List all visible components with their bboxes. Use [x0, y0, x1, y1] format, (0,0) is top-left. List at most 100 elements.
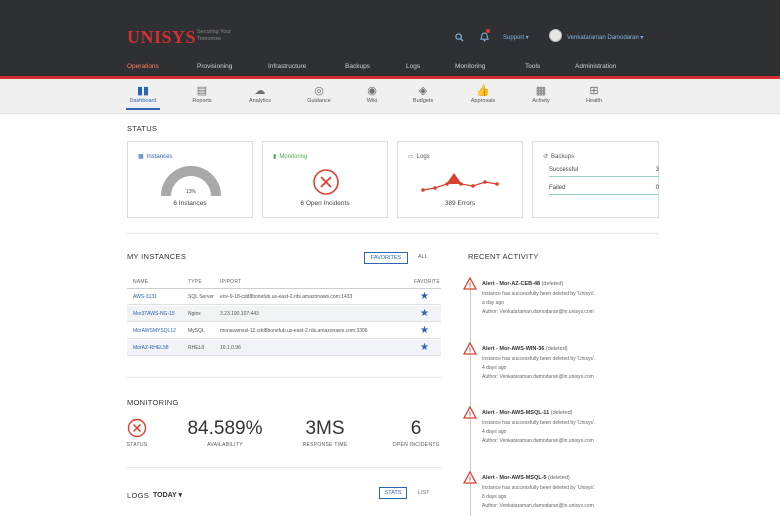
stats-button[interactable]: STATS: [379, 487, 407, 499]
activity-item-title[interactable]: Alert - Mor-AWS-MSQL-5 (deleted): [482, 475, 570, 481]
instance-name-link[interactable]: Mor3TAWS-NG-15: [133, 311, 175, 317]
coins-icon: ◈: [418, 85, 428, 97]
nav-monitoring[interactable]: Monitoring: [455, 63, 485, 70]
status-label: STATUS: [126, 442, 148, 448]
avatar[interactable]: [549, 29, 562, 42]
thumbs-up-icon: 👍: [476, 85, 490, 97]
subnav-guidance[interactable]: ◎ Guidance: [294, 84, 344, 104]
instance-type: Nginx: [188, 311, 201, 317]
activity-author: Author: Venkataraman.damodaran@in.unisys…: [482, 374, 594, 380]
logs-card[interactable]: ▭ Logs 389 Errors: [397, 141, 523, 218]
activity-description: Instance has successfully been deleted b…: [482, 485, 596, 491]
backup-row-successful: Successful 3: [549, 167, 659, 173]
open-incidents-value: 6: [410, 418, 422, 439]
instance-endpoint: 10.1.0.96: [220, 345, 241, 351]
col-favorite: FAVORITE: [414, 279, 440, 285]
activity-item-title[interactable]: Alert - Mor-AWS-MSQL-11 (deleted): [482, 410, 572, 416]
activity-tag: (deleted): [550, 410, 573, 416]
activity-author: Author: Venkataraman.damodaran@in.unisys…: [482, 438, 594, 444]
nav-logs[interactable]: Logs: [406, 63, 420, 70]
logs-period-dropdown[interactable]: TODAY ▾: [153, 491, 182, 499]
subnav-health[interactable]: ⊞ Health: [569, 84, 619, 104]
list-button[interactable]: LIST: [418, 490, 430, 496]
nav-backups[interactable]: Backups: [345, 63, 370, 70]
logs-sparkline: [421, 172, 499, 192]
table-row[interactable]: MorAWSMYSQL12 MySQL monavamssl-12.cdd8bo…: [127, 323, 441, 339]
alert-icon: !: [463, 277, 477, 290]
instances-card-label: Instances: [146, 153, 173, 160]
health-icon: ⊞: [589, 85, 599, 97]
top-header: UNISYS Securing Your Tomorrow Support ▾ …: [0, 0, 780, 78]
bar-chart-icon: ▮▮: [136, 85, 150, 97]
support-menu[interactable]: Support ▾: [503, 31, 529, 43]
backup-failed-value: 0: [655, 185, 659, 191]
activity-description: Instance has successfully been deleted b…: [482, 420, 596, 426]
history-icon: ↺: [543, 154, 549, 160]
instances-card[interactable]: ▦ Instances 13% 6 Instances: [127, 141, 253, 218]
notification-dot: [486, 29, 490, 33]
subnav-dashboard[interactable]: ▮▮ Dashboard: [118, 84, 168, 110]
subnav-guidance-label: Guidance: [307, 98, 331, 104]
table-row[interactable]: AWS-3131 SQL Server env-9-18-cdd8bonefub…: [127, 289, 441, 305]
page: UNISYS Securing Your Tomorrow Support ▾ …: [0, 0, 780, 516]
monitoring-card[interactable]: ▮ Monitoring 6 Open Incidents: [262, 141, 388, 218]
instance-type: MySQL: [188, 328, 205, 334]
backup-divider: [549, 176, 659, 177]
instances-gauge: 13%: [161, 166, 221, 197]
activity-time: 4 days ago: [482, 365, 507, 371]
activity-alert-name: Alert - Mor-AWS-MSQL-11: [482, 410, 550, 416]
backup-failed-label: Failed: [549, 185, 566, 191]
instance-endpoint: monavamssl-12.cdd8bonefub.us-east-2.rds.…: [220, 328, 368, 334]
favorite-star-icon[interactable]: ★: [420, 308, 429, 319]
instances-title: MY INSTANCES: [127, 252, 187, 261]
activity-description: Instance has successfully been deleted b…: [482, 356, 596, 362]
favorite-star-icon[interactable]: ★: [420, 325, 429, 336]
subnav-wiki-label: Wiki: [366, 98, 378, 104]
favorite-star-icon[interactable]: ★: [420, 342, 429, 353]
activity-author: Author: Venkataraman.damodaran@in.unisys…: [482, 309, 594, 315]
subnav-approvals[interactable]: 👍 Approvals: [458, 84, 508, 104]
activity-alert-name: Alert - Mor-AWS-MSQL-5: [482, 475, 547, 481]
instance-name-link[interactable]: MorAWSMYSQL12: [133, 328, 176, 334]
logs-title: LOGS: [127, 491, 150, 500]
nav-operations[interactable]: Operations: [127, 63, 159, 70]
subnav-wiki[interactable]: ◉ Wiki: [347, 84, 397, 104]
table-row[interactable]: MorAZ-RHEL58 RHEL8 10.1.0.96 ★: [127, 340, 441, 356]
backups-card[interactable]: ↺ Backups Successful 3 Failed 0: [532, 141, 659, 218]
unisys-logo[interactable]: UNISYS: [127, 27, 196, 48]
subnav-budgets[interactable]: ◈ Budgets: [398, 84, 448, 104]
activity-description: Instance has successfully been deleted b…: [482, 291, 596, 297]
subnav-analytics[interactable]: ☁ Analytics: [235, 84, 285, 104]
subnav-reports[interactable]: ▤ Reports: [177, 84, 227, 104]
favorite-star-icon[interactable]: ★: [420, 291, 429, 302]
activity-tag: (deleted): [548, 475, 570, 481]
logs-card-label: Logs: [416, 153, 430, 160]
list-icon: ▦: [138, 154, 144, 160]
search-icon[interactable]: [455, 31, 464, 43]
user-menu[interactable]: Venkataraman Damodaran ▾: [567, 31, 643, 43]
clipboard-icon: ▦: [535, 85, 547, 97]
backup-row-failed: Failed 0: [549, 185, 659, 191]
nav-administration[interactable]: Administration: [575, 63, 616, 70]
instance-name-link[interactable]: AWS-3131: [133, 294, 157, 300]
response-time-value: 3MS: [305, 418, 345, 439]
subnav-activity[interactable]: ▦ Activity: [516, 84, 566, 104]
backups-card-label: Backups: [551, 153, 575, 160]
table-row[interactable]: Mor3TAWS-NG-15 Nginx 3.23.190.107:443 ★: [127, 306, 441, 322]
all-button[interactable]: ALL: [418, 254, 428, 260]
instance-name-link[interactable]: MorAZ-RHEL58: [133, 345, 169, 351]
activity-item-title[interactable]: Alert - Mor-AZ-CEB-48 (deleted): [482, 281, 563, 287]
favorites-button[interactable]: FAVORITES: [364, 252, 408, 264]
nav-provisioning[interactable]: Provisioning: [197, 63, 232, 70]
nav-infrastructure[interactable]: Infrastructure: [268, 63, 306, 70]
col-type: TYPE: [188, 279, 202, 285]
instances-count: 6 Instances: [173, 200, 207, 207]
activity-alert-name: Alert - Mor-AWS-WIN-36: [482, 346, 545, 352]
instances-card-title: ▦ Instances: [138, 153, 173, 161]
activity-item-title[interactable]: Alert - Mor-AWS-WIN-36 (deleted): [482, 346, 568, 352]
alert-icon: !: [463, 342, 477, 355]
activity-time: a day ago: [482, 300, 504, 306]
log-errors-caption: 389 Errors: [444, 200, 476, 207]
nav-tools[interactable]: Tools: [525, 63, 540, 70]
instance-endpoint: 3.23.190.107:443: [220, 311, 259, 317]
